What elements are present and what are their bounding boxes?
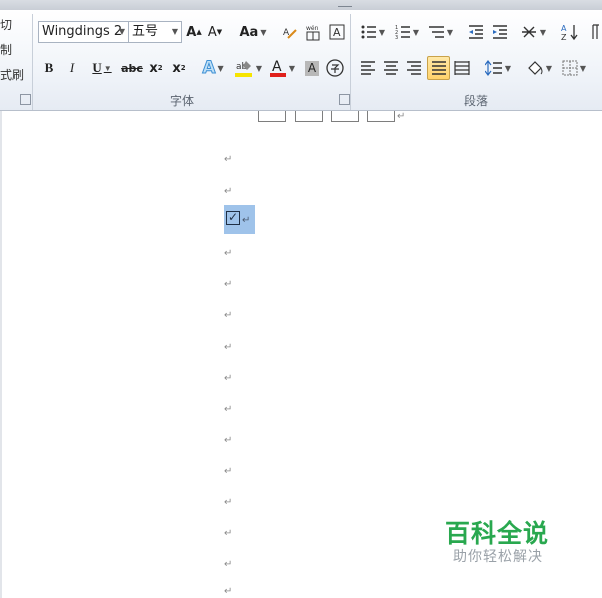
chevron-down-icon[interactable]: ▼ [172,22,178,42]
font-dialog-launcher-icon[interactable] [339,94,350,105]
text-effects-icon[interactable]: A ▼ [201,57,225,79]
format-painter-button[interactable]: 式刷 [0,66,24,83]
align-right-icon[interactable] [404,57,424,79]
checkbox-check: ✓ [227,210,239,224]
numbering-icon[interactable]: 1 2 3 ▼ [392,21,422,43]
paragraph-mark: ↵ [224,528,233,539]
font-name-value: Wingdings 2 [42,24,123,39]
font-group-label: 字体 [170,94,195,108]
font-size-combo[interactable]: 五号 ▼ [128,21,182,43]
clear-formatting-icon[interactable]: A [280,21,300,43]
clipboard-launcher-icon[interactable] [20,94,31,105]
paragraph-mark: ↵ [397,111,406,122]
sort-icon[interactable]: AZ [558,21,582,43]
chinese-layout-icon[interactable]: ▼ [518,21,548,43]
svg-text:3: 3 [395,35,398,39]
phonetic-guide-icon[interactable]: wén [303,21,323,43]
borders-icon[interactable]: ▼ [559,57,589,79]
paragraph-mark: ↵ [224,373,233,384]
highlight-icon[interactable]: ab ▼ [232,57,264,79]
underline-icon[interactable]: U ▼ [86,57,118,79]
font-size-value: 五号 [132,24,159,39]
show-marks-icon[interactable] [588,21,602,43]
paragraph-mark: ↵ [224,248,233,259]
font-color-icon[interactable]: A ▼ [267,57,297,79]
character-border-icon[interactable]: A [327,21,347,43]
svg-text:wén: wén [306,25,319,32]
subscript-icon[interactable]: x2 [146,57,166,79]
bold-icon[interactable]: B [40,57,58,79]
align-center-icon[interactable] [381,57,401,79]
multilevel-list-icon[interactable]: ▼ [426,21,456,43]
watermark-subtitle: 助你轻松解决 [453,549,543,565]
font-name-combo[interactable]: Wingdings 2 ▼ [38,21,129,43]
align-left-icon[interactable] [358,57,378,79]
ribbon: 切 制 式刷 Wingdings 2 ▼ 五号 ▼ A ▲ A ▼ Aa ▼ A wé… [0,10,602,111]
italic-icon[interactable]: I [63,57,81,79]
group-separator [350,14,351,110]
paragraph-mark: ↵ [224,154,233,165]
superscript-icon[interactable]: x2 [169,57,189,79]
enclose-characters-icon[interactable] [325,57,345,79]
svg-text:A: A [333,26,341,39]
paragraph-mark: ↵ [224,586,233,597]
paragraph-mark: ↵ [224,186,233,197]
table-cell[interactable] [258,111,286,122]
character-shading-icon[interactable]: A [303,57,321,79]
shrink-font-icon[interactable]: A ▼ [206,21,224,43]
paragraph-mark: ↵ [224,342,233,353]
increase-indent-icon[interactable] [489,21,511,43]
paragraph-mark: ↵ [224,435,233,446]
paragraph-mark: ↵ [224,279,233,290]
paragraph-group-label: 段落 [464,94,489,108]
watermark-title: 百科全说 [445,519,550,548]
paragraph-mark: ↵ [224,497,233,508]
cut-button[interactable]: 切 [0,16,12,33]
svg-text:Z: Z [561,33,567,41]
distributed-icon[interactable] [452,57,472,79]
copy-button[interactable]: 制 [0,41,12,58]
line-spacing-icon[interactable]: ▼ [483,57,513,79]
justify-icon[interactable] [427,56,450,80]
chevron-down-icon[interactable]: ▼ [119,22,125,42]
paragraph-mark: ↵ [242,215,251,226]
paragraph-mark: ↵ [224,404,233,415]
svg-text:A: A [272,59,282,75]
svg-text:A: A [561,24,567,33]
strikethrough-icon[interactable]: abc [121,57,143,79]
bullets-icon[interactable]: ▼ [358,21,388,43]
shading-icon[interactable]: ▼ [524,57,554,79]
grow-font-icon[interactable]: A ▲ [185,21,203,43]
page-edge [0,111,2,598]
group-separator [32,14,33,110]
decrease-indent-icon[interactable] [465,21,487,43]
table-cell[interactable] [367,111,395,122]
table-cell[interactable] [295,111,323,122]
paragraph-mark: ↵ [224,559,233,570]
paragraph-mark: ↵ [224,310,233,321]
change-case-icon[interactable]: Aa ▼ [238,21,268,43]
paragraph-mark: ↵ [224,466,233,477]
table-cell[interactable] [331,111,359,122]
checkbox-symbol-icon[interactable]: ✓ [226,211,240,225]
title-mark [338,0,352,7]
